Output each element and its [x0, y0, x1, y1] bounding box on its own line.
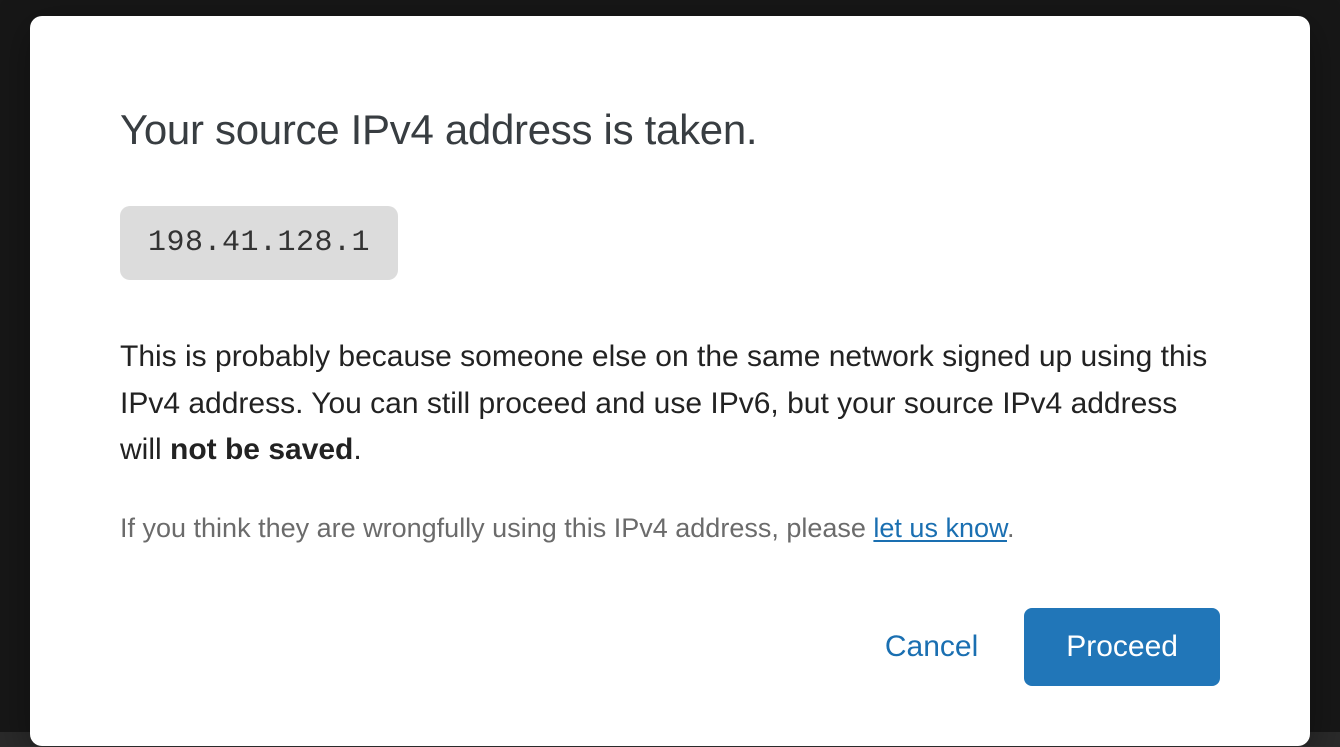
dialog-body: This is probably because someone else on… [120, 334, 1220, 474]
dialog-body-bold: not be saved [170, 433, 353, 466]
dialog-hint-suffix: . [1007, 513, 1015, 543]
dialog-actions: Cancel Proceed [120, 608, 1220, 686]
let-us-know-link[interactable]: let us know [873, 513, 1007, 543]
dialog-hint: If you think they are wrongfully using t… [120, 508, 1220, 549]
modal-overlay: Your source IPv4 address is taken. 198.4… [0, 0, 1340, 732]
proceed-button[interactable]: Proceed [1024, 608, 1220, 686]
dialog-hint-prefix: If you think they are wrongfully using t… [120, 513, 873, 543]
ip-address-chip: 198.41.128.1 [120, 206, 398, 280]
dialog-title: Your source IPv4 address is taken. [120, 106, 1220, 154]
ipv4-taken-dialog: Your source IPv4 address is taken. 198.4… [30, 16, 1310, 746]
cancel-button[interactable]: Cancel [885, 630, 978, 664]
dialog-body-suffix: . [353, 433, 361, 466]
